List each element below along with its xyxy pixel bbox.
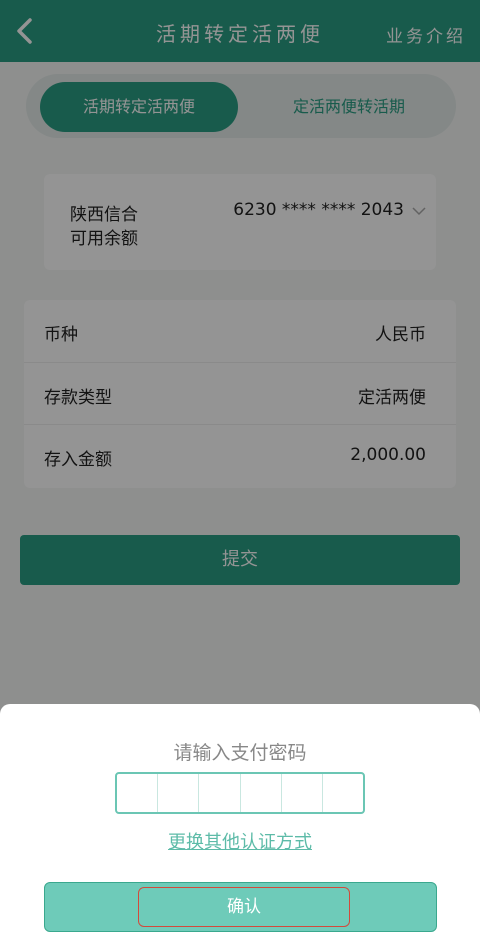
confirm-label: 确认 [138, 887, 350, 927]
confirm-button[interactable]: 确认 [44, 882, 437, 932]
sheet-title: 请输入支付密码 [173, 742, 307, 764]
password-input[interactable] [115, 772, 365, 814]
password-digit [282, 774, 323, 812]
password-digit [117, 774, 159, 812]
password-digit [199, 774, 241, 812]
password-sheet: 请输入支付密码 更换其他认证方式 确认 [0, 704, 480, 950]
change-auth-method-link[interactable]: 更换其他认证方式 [0, 828, 480, 854]
password-digit [241, 774, 282, 812]
password-digit [158, 774, 200, 812]
password-digit [323, 774, 363, 812]
